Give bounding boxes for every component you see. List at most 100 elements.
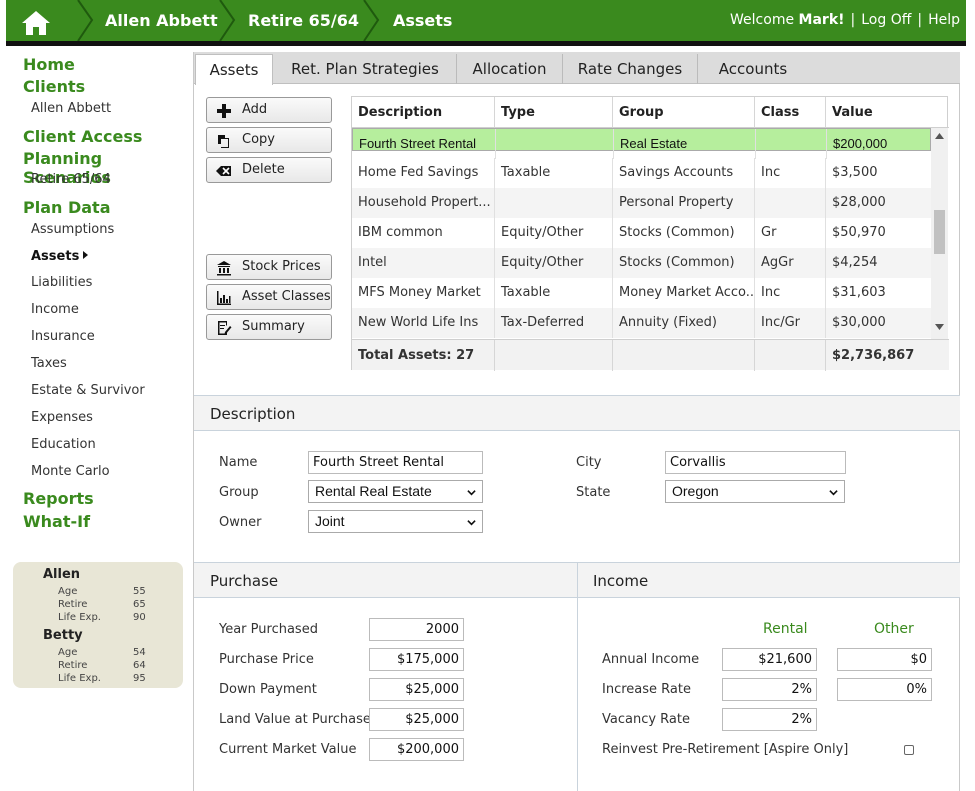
vacancy-rate-rental-field[interactable]: 2% — [722, 708, 817, 731]
year-purchased-field[interactable]: 2000 — [369, 618, 464, 641]
owner-label: Owner — [219, 515, 262, 530]
increase-rate-rental-field[interactable]: 2% — [722, 678, 817, 701]
tab-assets[interactable]: Assets — [195, 54, 273, 85]
asset-classes-button[interactable]: Asset Classes — [206, 284, 332, 310]
sidebar-item-estate-survivor[interactable]: Estate & Survivor — [31, 383, 145, 398]
cell-type: Equity/Other — [495, 218, 613, 248]
cell-class — [755, 188, 826, 218]
cell-description: Home Fed Savings — [352, 158, 495, 188]
copy-button[interactable]: Copy — [206, 127, 332, 153]
tab-ret-plan-strategies[interactable]: Ret. Plan Strategies — [274, 54, 457, 84]
sidebar-item-assets[interactable]: Assets — [31, 249, 89, 264]
cell-type — [495, 188, 613, 218]
sidebar-item-assumptions[interactable]: Assumptions — [31, 222, 114, 237]
table-row[interactable]: Home Fed Savings Taxable Savings Accounts I… — [352, 158, 931, 188]
cell-description: New World Life Ins — [352, 308, 495, 338]
tab-allocation[interactable]: Allocation — [457, 54, 563, 84]
scroll-up-icon[interactable] — [935, 133, 944, 139]
delete-button[interactable]: Delete — [206, 157, 332, 183]
column-header-description[interactable]: Description — [352, 97, 495, 128]
add-button[interactable]: Add — [206, 97, 332, 123]
add-button-label: Add — [242, 102, 268, 117]
sidebar-client-name[interactable]: Allen Abbett — [31, 101, 111, 116]
grid-footer: Total Assets: 27 $2,736,867 — [352, 339, 949, 371]
down-payment-label: Down Payment — [219, 682, 317, 697]
increase-rate-other-field[interactable]: 0% — [837, 678, 932, 701]
column-header-value[interactable]: Value — [826, 97, 949, 128]
client-summary-panel: Allen Age 55 Retire 65 Life Exp. 90 Bett… — [13, 562, 183, 688]
help-link[interactable]: Help — [928, 12, 960, 28]
table-row[interactable]: IBM common Equity/Other Stocks (Common) Gr $… — [352, 218, 931, 248]
table-row[interactable]: Fourth Street Rental Real Estate $200,000 — [352, 128, 931, 159]
column-header-group[interactable]: Group — [613, 97, 755, 128]
cell-description: IBM common — [352, 218, 495, 248]
chevron-down-icon — [829, 490, 838, 496]
sidebar-item-expenses[interactable]: Expenses — [31, 410, 93, 425]
cell-description: Intel — [352, 248, 495, 278]
sidebar-what-if[interactable]: What-If — [23, 512, 90, 531]
delete-button-label: Delete — [242, 162, 285, 177]
tab-rate-changes[interactable]: Rate Changes — [563, 54, 698, 84]
cell-class — [756, 129, 827, 159]
age-value: 55 — [133, 586, 146, 597]
column-header-class[interactable]: Class — [755, 97, 826, 128]
copy-icon — [218, 135, 229, 148]
cell-group: Stocks (Common) — [613, 218, 755, 248]
cell-value: $200,000 — [833, 136, 888, 151]
sidebar-item-taxes[interactable]: Taxes — [31, 356, 67, 371]
user-menu: Welcome Mark! | Log Off | Help — [730, 12, 960, 28]
sidebar-item-insurance[interactable]: Insurance — [31, 329, 95, 344]
retire-value: 64 — [133, 660, 146, 671]
life-exp-label: Life Exp. — [58, 673, 101, 684]
table-row[interactable]: MFS Money Market Taxable Money Market Acco… — [352, 278, 931, 308]
summary-button[interactable]: Summary — [206, 314, 332, 340]
cell-value: $31,603 — [832, 285, 886, 300]
bar-chart-icon — [217, 291, 231, 305]
sidebar-item-education[interactable]: Education — [31, 437, 96, 452]
column-header-type[interactable]: Type — [495, 97, 613, 128]
stock-prices-button-label: Stock Prices — [242, 259, 321, 274]
breadcrumb-scenario[interactable]: Retire 65/64 — [248, 0, 359, 41]
cell-class: Gr — [755, 218, 826, 248]
scrollbar-thumb[interactable] — [934, 210, 945, 254]
state-select[interactable]: Oregon — [665, 480, 845, 503]
scroll-down-icon[interactable] — [935, 324, 944, 330]
sidebar-item-liabilities[interactable]: Liabilities — [31, 275, 92, 290]
age-label: Age — [58, 647, 78, 658]
cell-type: Taxable — [495, 278, 613, 308]
logoff-link[interactable]: Log Off — [861, 12, 911, 28]
home-icon[interactable] — [20, 8, 52, 38]
breadcrumb-client[interactable]: Allen Abbett — [105, 0, 218, 41]
annual-income-other-field[interactable]: $0 — [837, 648, 932, 671]
table-row[interactable]: Household Propert... Personal Property $28… — [352, 188, 931, 218]
annual-income-label: Annual Income — [602, 652, 700, 667]
sidebar-reports[interactable]: Reports — [23, 489, 94, 508]
reinvest-checkbox[interactable] — [904, 745, 914, 755]
down-payment-field[interactable]: $25,000 — [369, 678, 464, 701]
sidebar-item-monte-carlo[interactable]: Monte Carlo — [31, 464, 110, 479]
sidebar-client-access[interactable]: Client Access — [23, 127, 142, 146]
sidebar-scenario[interactable]: Retire 65/64 — [31, 172, 111, 187]
city-field[interactable]: Corvallis — [665, 451, 846, 474]
name-field[interactable]: Fourth Street Rental — [308, 451, 483, 474]
group-select[interactable]: Rental Real Estate — [308, 480, 483, 503]
market-value-field[interactable]: $200,000 — [369, 738, 464, 761]
life-exp-value: 90 — [133, 612, 146, 623]
owner-select-value: Joint — [315, 513, 345, 529]
sidebar-plan-data[interactable]: Plan Data — [23, 198, 111, 217]
sidebar-item-income[interactable]: Income — [31, 302, 79, 317]
assets-grid: Description Type Group Class Value Fourt… — [351, 96, 949, 371]
sidebar-clients[interactable]: Clients — [23, 77, 85, 96]
reinvest-label: Reinvest Pre-Retirement [Aspire Only] — [602, 742, 849, 757]
owner-select[interactable]: Joint — [308, 510, 483, 533]
table-row[interactable]: New World Life Ins Tax-Deferred Annuity (F… — [352, 308, 931, 338]
stock-prices-button[interactable]: Stock Prices — [206, 254, 332, 280]
annual-income-rental-field[interactable]: $21,600 — [722, 648, 817, 671]
land-value-field[interactable]: $25,000 — [369, 708, 464, 731]
sidebar-home[interactable]: Home — [23, 55, 75, 74]
purchase-price-field[interactable]: $175,000 — [369, 648, 464, 671]
tab-accounts[interactable]: Accounts — [698, 54, 808, 84]
bank-icon — [217, 261, 231, 276]
table-row[interactable]: Intel Equity/Other Stocks (Common) AgGr $4,2… — [352, 248, 931, 278]
grid-scrollbar[interactable] — [931, 128, 948, 339]
